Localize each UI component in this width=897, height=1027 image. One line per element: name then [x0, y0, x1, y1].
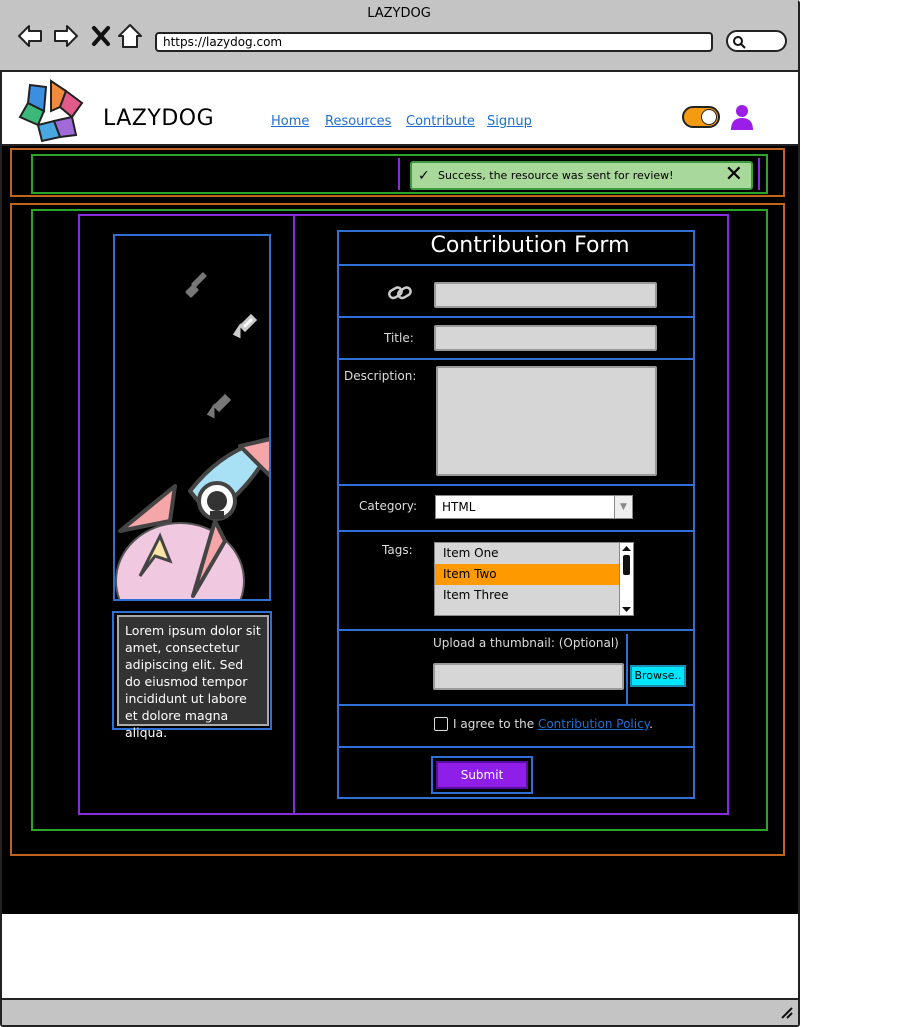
nav-link-signup[interactable]: Signup [487, 114, 532, 129]
back-arrow-icon[interactable] [16, 22, 44, 50]
url-bar[interactable]: https://lazydog.com [155, 32, 713, 52]
alert-close-button[interactable]: ✕ [725, 164, 743, 186]
logo-text: LAZYDOG [103, 106, 215, 131]
agree-text: I agree to the Contribution Policy. [453, 717, 653, 731]
theme-toggle[interactable] [682, 106, 720, 128]
agree-checkbox[interactable] [434, 717, 448, 731]
form-divider [339, 704, 693, 706]
link-icon [388, 286, 412, 300]
alert-divider-right [758, 158, 760, 190]
alert-divider-left [398, 158, 400, 190]
category-select[interactable]: HTML ▼ [435, 495, 633, 519]
upload-divider [626, 634, 628, 704]
thumbnail-path-input[interactable] [433, 663, 624, 690]
category-label: Category: [359, 499, 417, 513]
title-label: Title: [384, 331, 414, 345]
submit-button[interactable]: Submit [436, 761, 528, 789]
user-icon[interactable] [730, 104, 754, 130]
lazydog-logo[interactable] [16, 77, 86, 145]
form-divider [339, 264, 693, 266]
description-label: Description: [344, 369, 417, 383]
agree-prefix: I agree to the [453, 717, 538, 731]
sidebar-description: Lorem ipsum dolor sit amet, consectetur … [117, 615, 269, 740]
tags-listbox[interactable]: Item One Item Two Item Three [434, 542, 634, 616]
form-divider [339, 484, 693, 486]
category-value: HTML [442, 500, 476, 514]
nav-link-contribute[interactable]: Contribute [406, 114, 475, 129]
url-input[interactable] [434, 282, 657, 308]
scrollbar-arrows-icon [622, 546, 631, 612]
toggle-knob [701, 109, 717, 125]
browser-search[interactable] [726, 30, 787, 52]
description-textarea[interactable] [436, 366, 657, 476]
alert-message: Success, the resource was sent for revie… [438, 169, 674, 182]
browse-button[interactable]: Browse.. [630, 665, 686, 687]
form-divider [339, 629, 693, 631]
nav-link-resources[interactable]: Resources [325, 114, 391, 129]
contribution-policy-link[interactable]: Contribution Policy [538, 717, 649, 731]
form-divider [339, 746, 693, 748]
tags-scrollbar[interactable] [619, 543, 633, 615]
resize-grip-icon[interactable] [780, 1006, 794, 1020]
check-icon: ✓ [418, 168, 430, 184]
close-icon[interactable] [88, 22, 116, 50]
form-divider [339, 358, 693, 360]
title-input[interactable] [434, 325, 657, 351]
window-title: LAZYDOG [367, 6, 431, 21]
page-footer-area [2, 914, 798, 998]
upload-label: Upload a thumbnail: (Optional) [433, 636, 619, 650]
home-icon[interactable] [116, 22, 144, 50]
form-divider [339, 530, 693, 532]
rocket-illustration [115, 272, 269, 599]
chevron-down-icon: ▼ [614, 496, 632, 518]
illustration-frame [113, 234, 271, 601]
tags-label: Tags: [382, 543, 413, 557]
form-title: Contribution Form [430, 233, 630, 258]
agree-suffix: . [649, 717, 653, 731]
search-icon [733, 36, 746, 49]
small-rocket-icon [185, 272, 207, 298]
tag-option-item-one[interactable]: Item One [435, 543, 619, 564]
success-alert: ✓ Success, the resource was sent for rev… [410, 161, 753, 190]
browser-statusbar [2, 998, 798, 1025]
nav-link-home[interactable]: Home [271, 114, 309, 129]
tag-option-item-two[interactable]: Item Two [435, 564, 619, 585]
tag-option-item-three[interactable]: Item Three [435, 585, 619, 606]
form-divider [339, 316, 693, 318]
forward-arrow-icon[interactable] [52, 22, 80, 50]
